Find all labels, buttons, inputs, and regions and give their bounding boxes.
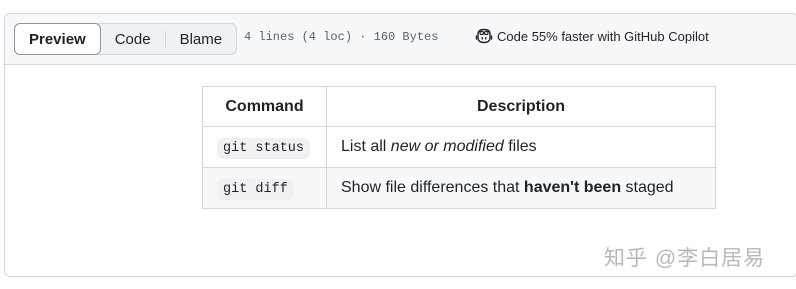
description-cell: Show file differences that haven't been … [326,167,716,209]
command-code: git status [217,138,311,159]
description-cell: List all new or modified files [326,126,716,168]
copilot-label: Code 55% faster with GitHub Copilot [497,28,709,44]
description-text: Show file differences that [341,179,524,196]
description-text: files [503,138,537,155]
command-cell: git status [202,126,327,168]
command-code: git diff [217,179,294,200]
tab-blame[interactable]: Blame [166,24,237,54]
description-emphasis: new or modified [390,138,504,155]
markdown-table: Command Description git status List all … [202,86,716,209]
table-row: git diff Show file differences that have… [202,167,716,209]
copilot-icon [475,28,493,44]
file-info: 4 lines (4 loc) · 160 Bytes [244,30,439,44]
header-command: Command [202,86,327,127]
tab-preview[interactable]: Preview [14,23,101,55]
file-toolbar: Preview Code Blame 4 lines (4 loc) · 160… [5,14,796,65]
watermark: 知乎 @李白居易 [604,247,766,270]
copilot-link[interactable]: Code 55% faster with GitHub Copilot [475,28,709,44]
table-row: git status List all new or modified file… [202,126,716,168]
description-text: staged [621,179,674,196]
description-strong: haven't been [523,179,622,196]
view-mode-switcher: Preview Code Blame [14,23,238,55]
tab-code[interactable]: Code [101,24,165,54]
table-header-row: Command Description [202,86,716,127]
description-text: List all [341,138,391,155]
command-cell: git diff [202,167,327,209]
header-description: Description [326,86,716,127]
